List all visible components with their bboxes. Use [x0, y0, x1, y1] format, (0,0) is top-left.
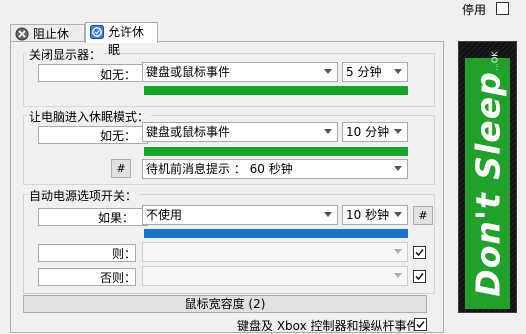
- sleep-event-select[interactable]: 键盘或鼠标事件: [142, 122, 338, 142]
- sleep-message-select[interactable]: 待机前消息提示 ： 60 秒钟: [142, 159, 408, 179]
- select-value: 不使用: [146, 208, 183, 222]
- disable-label: 停用: [462, 3, 487, 17]
- else-label: 否则：: [100, 271, 137, 285]
- dont-sleep-banner: Don't Sleep ...OK: [458, 41, 517, 313]
- then-label: 则：: [112, 247, 137, 261]
- select-value: 10 秒钟: [346, 208, 390, 222]
- input-events-checkbox[interactable]: [414, 318, 427, 331]
- banner-badge-text: ...OK: [490, 51, 500, 71]
- select-value: 5 分钟: [346, 65, 382, 79]
- tab-prevent-sleep[interactable]: 阻止休眠: [10, 24, 85, 59]
- banner-badge: ...OK: [490, 44, 500, 78]
- select-value: 键盘或鼠标事件: [146, 125, 231, 139]
- chevron-down-icon: [394, 69, 402, 74]
- check-shield-icon: [90, 25, 104, 39]
- chevron-down-icon: [324, 69, 332, 74]
- tab-allow-sleep[interactable]: 允许休眠: [85, 22, 158, 57]
- checkmark-icon: [416, 320, 425, 329]
- checkmark-icon: [415, 272, 424, 281]
- chevron-down-icon: [324, 129, 332, 134]
- chevron-down-icon: [394, 129, 402, 134]
- power-hash-button[interactable]: #: [413, 206, 433, 225]
- chevron-down-icon: [394, 212, 402, 217]
- if-none-label: 如无：: [100, 68, 137, 82]
- select-value: 10 分钟: [346, 125, 390, 139]
- sleep-title: 让电脑进入休眠模式：: [27, 108, 152, 125]
- power-options-title: 自动电源选项开关：: [27, 187, 140, 204]
- power-else-select[interactable]: [142, 266, 408, 286]
- display-off-event-select[interactable]: 键盘或鼠标事件: [142, 62, 338, 82]
- if-none-label: 如无：: [100, 129, 137, 143]
- sleep-progress-bar: [144, 147, 408, 156]
- checkmark-icon: [415, 248, 424, 257]
- select-value: 键盘或鼠标事件: [146, 65, 231, 79]
- power-then-select[interactable]: [142, 242, 408, 262]
- sleep-duration-select[interactable]: 10 分钟: [342, 122, 408, 142]
- display-off-progress-bar: [144, 86, 408, 95]
- display-off-title: 关闭显示器：: [27, 46, 104, 63]
- allow-sleep-panel: 关闭显示器： 如无： 键盘或鼠标事件 5 分钟 让电脑进入休眠模式： 如无： 键…: [10, 41, 444, 333]
- select-value: 待机前消息提示 ： 60 秒钟: [146, 162, 293, 176]
- power-duration-select[interactable]: 10 秒钟: [342, 205, 408, 225]
- power-if-select[interactable]: 不使用: [142, 205, 338, 225]
- banner-title: Don't Sleep: [468, 70, 507, 297]
- banner-logo: Don't Sleep: [465, 58, 510, 309]
- disable-checkbox[interactable]: [496, 2, 509, 15]
- if-label: 如果：: [98, 211, 135, 225]
- chevron-down-icon: [394, 166, 402, 171]
- sleep-hash-button[interactable]: #: [111, 159, 131, 178]
- mouse-tolerance-button[interactable]: 鼠标宽容度 (2): [23, 295, 427, 313]
- power-else-checkbox[interactable]: [413, 270, 426, 283]
- display-off-duration-select[interactable]: 5 分钟: [342, 62, 408, 82]
- power-then-checkbox[interactable]: [413, 246, 426, 259]
- power-progress-bar: [144, 229, 408, 238]
- blocked-icon: [15, 27, 29, 41]
- chevron-down-icon: [394, 249, 402, 254]
- chevron-down-icon: [324, 212, 332, 217]
- chevron-down-icon: [394, 273, 402, 278]
